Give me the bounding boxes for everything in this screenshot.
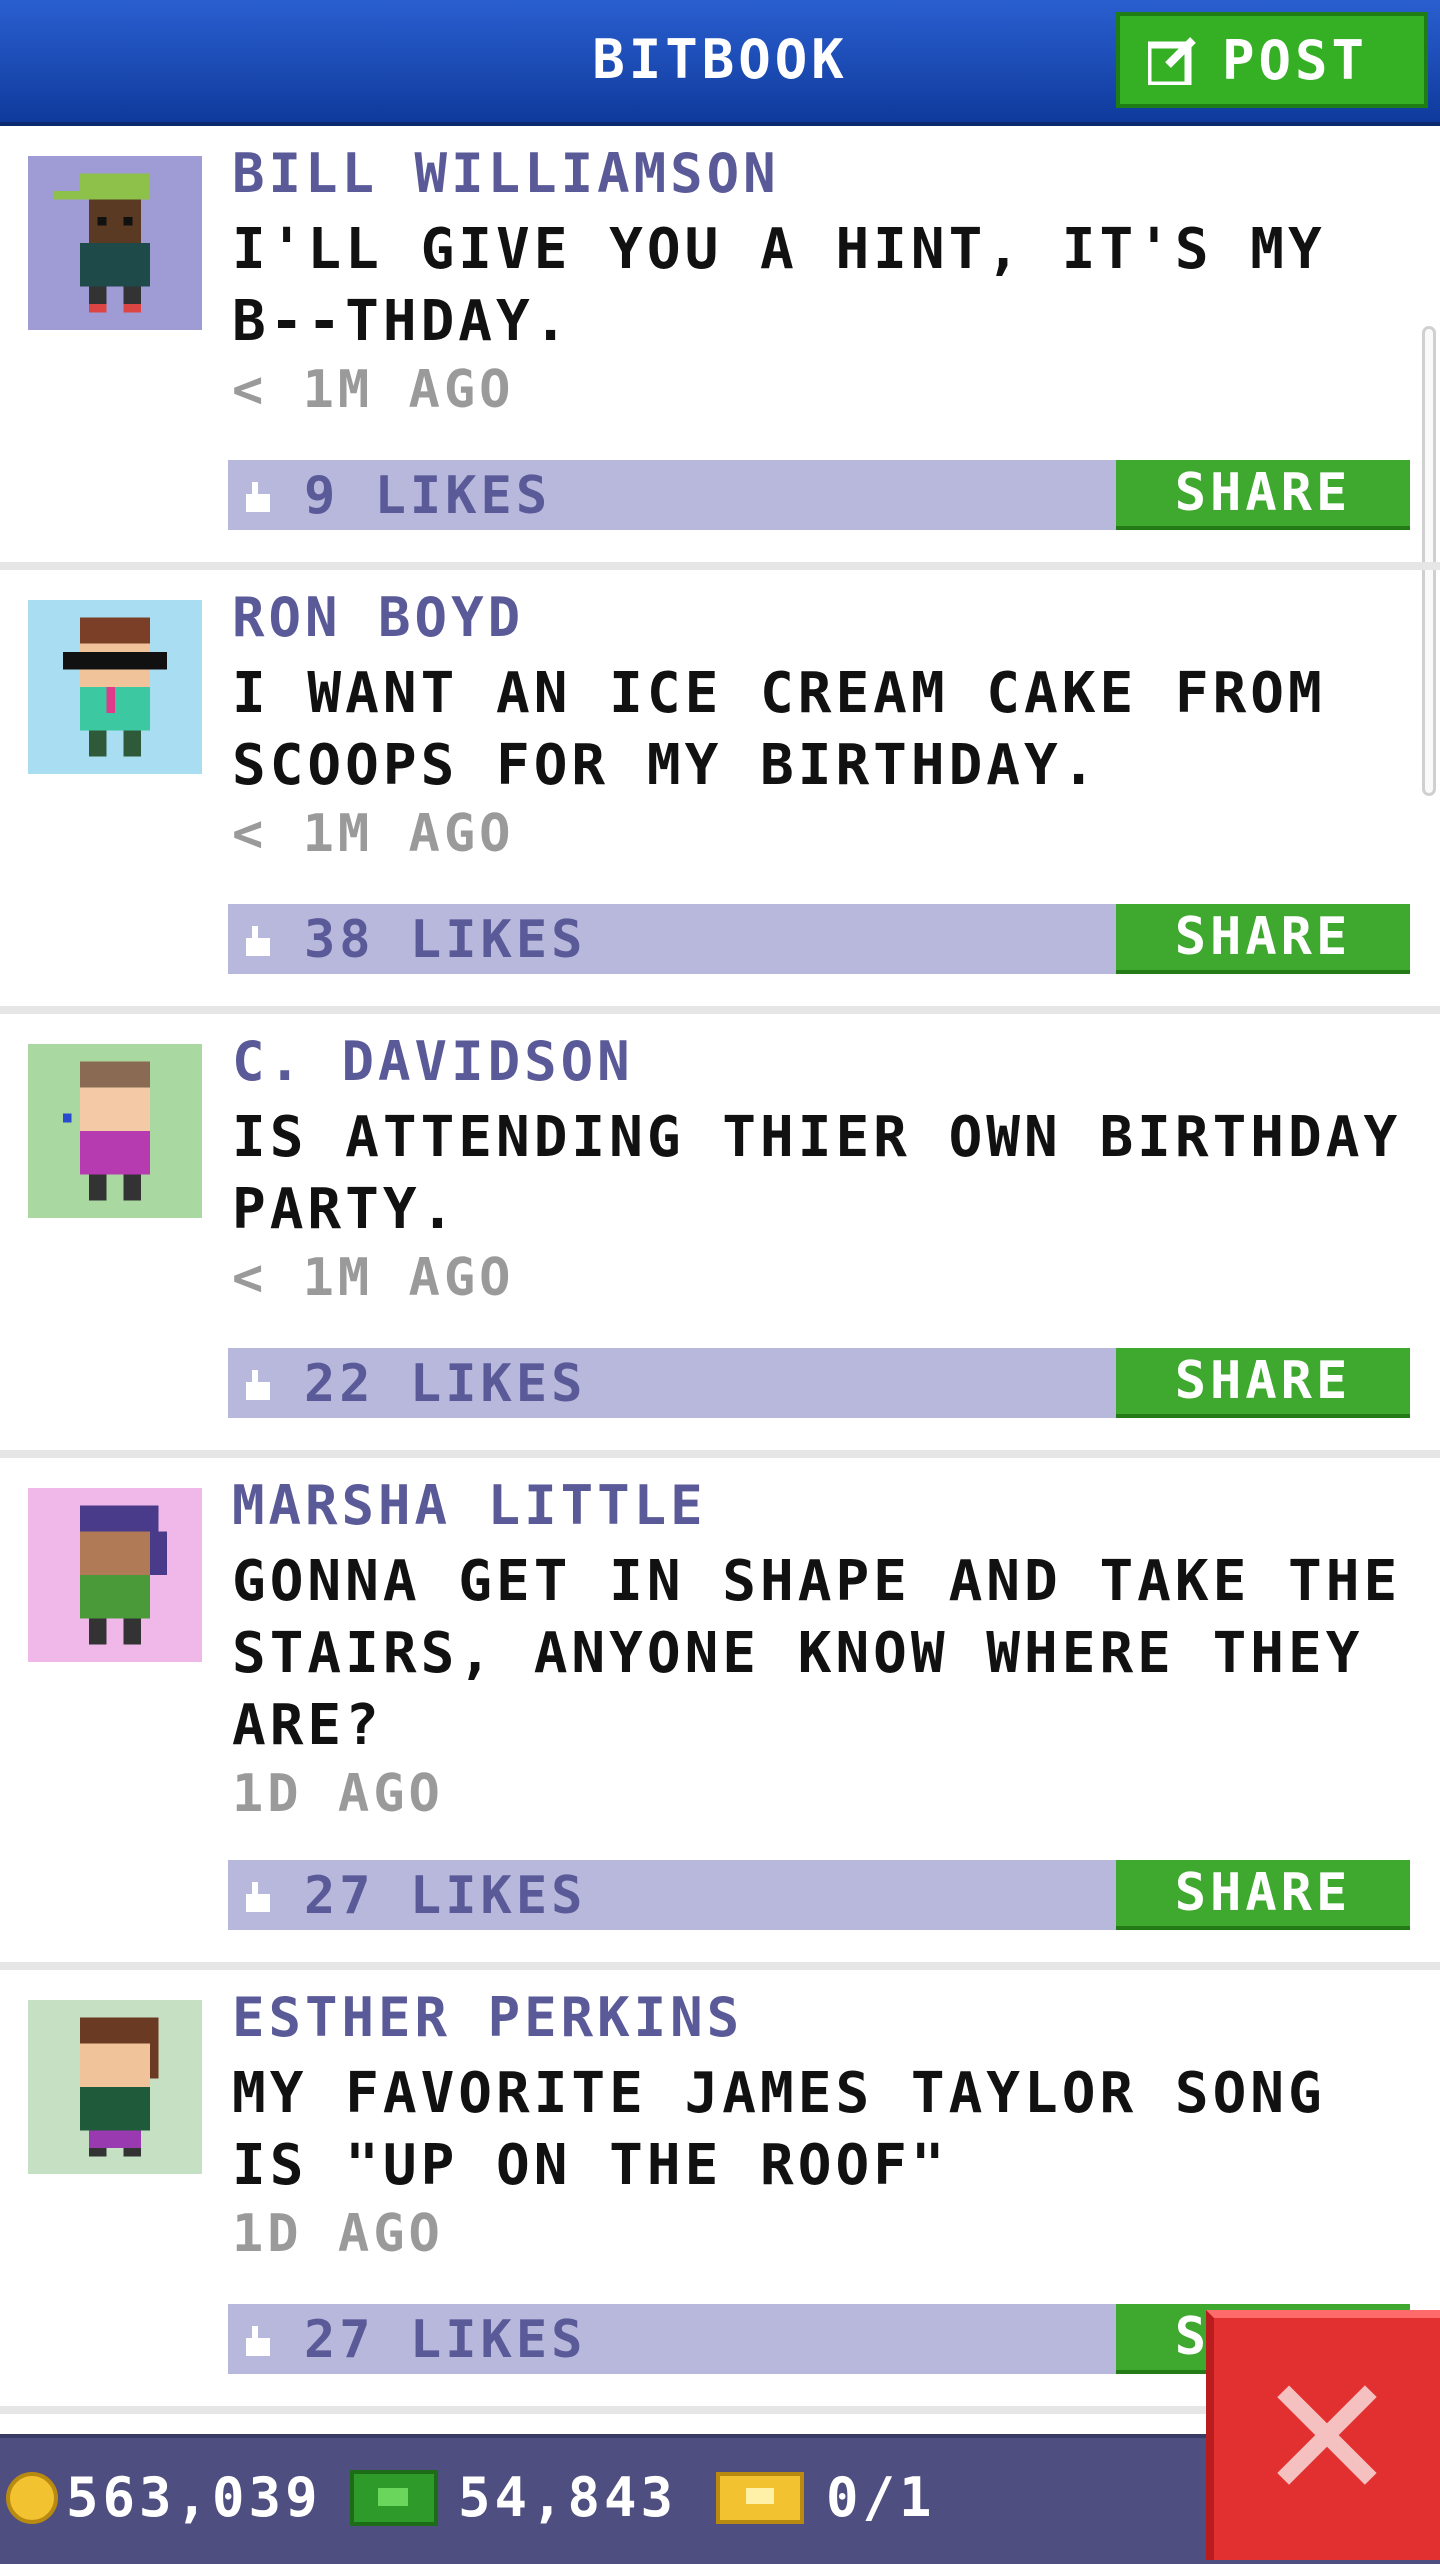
- post-author[interactable]: BILL WILLIAMSON: [232, 142, 780, 205]
- post-author[interactable]: ESTHER PERKINS: [232, 1986, 743, 2049]
- avatar[interactable]: [28, 2000, 202, 2174]
- coins-stat: 563,039: [6, 2466, 322, 2529]
- post-message: GONNA GET IN SHAPE AND TAKE THE STAIRS, …: [232, 1549, 1402, 1758]
- thumbs-up-icon: [246, 1370, 270, 1400]
- post-message: I WANT AN ICE CREAM CAKE FROM SCOOPS FOR…: [232, 661, 1326, 798]
- feed-post: BILL WILLIAMSON I'LL GIVE YOU A HINT, IT…: [0, 126, 1440, 570]
- close-button[interactable]: ✕: [1206, 2310, 1440, 2560]
- close-icon: ✕: [1255, 2340, 1399, 2538]
- like-bar[interactable]: 27 LIKES SHARE: [228, 1860, 1410, 1930]
- avatar[interactable]: [28, 600, 202, 774]
- ticket-icon: [716, 2471, 804, 2524]
- post-timestamp: < 1M AGO: [232, 1248, 515, 1308]
- thumbs-up-icon: [246, 2326, 270, 2356]
- post-message: MY FAVORITE JAMES TAYLOR SONG IS "UP ON …: [232, 2061, 1326, 2198]
- thumbs-up-icon: [246, 482, 270, 512]
- compose-icon: [1148, 37, 1196, 85]
- post-message: IS ATTENDING THIER OWN BIRTHDAY PARTY.: [232, 1105, 1402, 1242]
- like-count: 22 LIKES: [304, 1354, 587, 1414]
- like-bar[interactable]: 22 LIKES SHARE: [228, 1348, 1410, 1418]
- post-timestamp: 1D AGO: [232, 1764, 444, 1824]
- tickets-stat[interactable]: 0/1: [716, 2466, 936, 2529]
- post-timestamp: < 1M AGO: [232, 360, 515, 420]
- feed-post: C. DAVIDSON IS ATTENDING THIER OWN BIRTH…: [0, 1014, 1440, 1458]
- avatar[interactable]: [28, 1488, 202, 1662]
- like-count: 27 LIKES: [304, 2310, 587, 2370]
- share-button[interactable]: SHARE: [1116, 1860, 1410, 1930]
- like-bar[interactable]: 9 LIKES SHARE: [228, 460, 1410, 530]
- post-timestamp: < 1M AGO: [232, 804, 515, 864]
- post-author[interactable]: RON BOYD: [232, 586, 524, 649]
- post-message: I'LL GIVE YOU A HINT, IT'S MY B--THDAY.: [232, 217, 1326, 354]
- post-button-label: POST: [1222, 28, 1369, 92]
- avatar[interactable]: [28, 156, 202, 330]
- coin-count: 563,039: [66, 2466, 322, 2529]
- thumbs-up-icon: [246, 1882, 270, 1912]
- bux-count: 54,843: [458, 2466, 678, 2529]
- share-button[interactable]: SHARE: [1116, 1348, 1410, 1418]
- share-button[interactable]: SHARE: [1116, 460, 1410, 530]
- avatar[interactable]: [28, 1044, 202, 1218]
- news-feed: BILL WILLIAMSON I'LL GIVE YOU A HINT, IT…: [0, 126, 1440, 2414]
- like-count: 27 LIKES: [304, 1866, 587, 1926]
- like-count: 9 LIKES: [304, 466, 552, 526]
- post-button[interactable]: POST: [1116, 12, 1428, 108]
- post-author[interactable]: C. DAVIDSON: [232, 1030, 634, 1093]
- ticket-count: 0/1: [826, 2466, 936, 2529]
- post-author[interactable]: MARSHA LITTLE: [232, 1474, 707, 1537]
- share-button[interactable]: SHARE: [1116, 904, 1410, 974]
- like-count: 38 LIKES: [304, 910, 587, 970]
- bux-stat[interactable]: 54,843: [350, 2466, 677, 2529]
- thumbs-up-icon: [246, 926, 270, 956]
- like-bar[interactable]: 38 LIKES SHARE: [228, 904, 1410, 974]
- feed-post: RON BOYD I WANT AN ICE CREAM CAKE FROM S…: [0, 570, 1440, 1014]
- bux-icon: [350, 2469, 438, 2526]
- coin-icon: [6, 2471, 58, 2524]
- top-bar: BITBOOK POST: [0, 0, 1440, 126]
- post-timestamp: 1D AGO: [232, 2204, 444, 2264]
- feed-post: MARSHA LITTLE GONNA GET IN SHAPE AND TAK…: [0, 1458, 1440, 1970]
